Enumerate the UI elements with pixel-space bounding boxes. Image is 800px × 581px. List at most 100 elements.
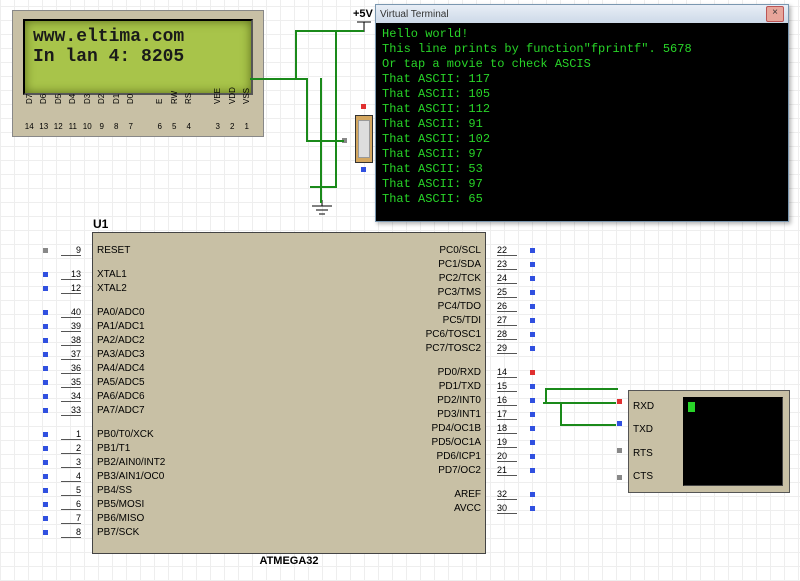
- chip-name: ATMEGA32: [259, 555, 318, 567]
- pin-num: 39: [61, 321, 81, 332]
- pin-marker: [530, 276, 535, 281]
- chip-pin[interactable]: PD1/TXD 15: [289, 379, 485, 393]
- serial-ext-pin: [617, 399, 622, 404]
- lcd-pin: VEE 3: [212, 80, 225, 131]
- chip-pin[interactable]: 4 PB3/AIN1/OC0: [93, 469, 289, 483]
- chip-pin[interactable]: PC6/TOSC1 28: [289, 327, 485, 341]
- chip-pin[interactable]: PD3/INT1 17: [289, 407, 485, 421]
- lcd-pin-label: D7: [25, 80, 34, 104]
- chip-pin[interactable]: PD6/ICP1 20: [289, 449, 485, 463]
- chip-pin[interactable]: 35 PA5/ADC5: [93, 375, 289, 389]
- chip-pin[interactable]: PC5/TDI 27: [289, 313, 485, 327]
- pin-label: PD0/RXD: [438, 367, 481, 378]
- close-icon[interactable]: ×: [766, 6, 784, 22]
- virtual-terminal[interactable]: Virtual Terminal × Hello world! This lin…: [375, 4, 789, 222]
- chip-pin[interactable]: 3 PB2/AIN0/INT2: [93, 455, 289, 469]
- pin-label: PA7/ADC7: [97, 405, 145, 416]
- chip-pin[interactable]: PD7/OC2 21: [289, 463, 485, 477]
- pin-label: PC5/TDI: [443, 315, 481, 326]
- pin-label: PA3/ADC3: [97, 349, 145, 360]
- pin-num: 19: [497, 437, 517, 448]
- lcd-pin: RW 5: [168, 80, 181, 131]
- lcd-pin-label: D4: [68, 80, 77, 104]
- serial-pin[interactable]: RTS: [633, 444, 673, 462]
- chip-pin[interactable]: PC3/TMS 25: [289, 285, 485, 299]
- pin-num: 12: [61, 283, 81, 294]
- pin-num: 35: [61, 377, 81, 388]
- chip-pin[interactable]: PD0/RXD 14: [289, 365, 485, 379]
- pin-label: PA5/ADC5: [97, 377, 145, 388]
- chip-pin[interactable]: 8 PB7/SCK: [93, 525, 289, 539]
- lcd-pin-label: VEE: [213, 80, 222, 104]
- chip-pin[interactable]: PC1/SDA 23: [289, 257, 485, 271]
- chip-pin[interactable]: AREF 32: [289, 487, 485, 501]
- chip-pin[interactable]: 37 PA3/ADC3: [93, 347, 289, 361]
- lcd-pin: [197, 80, 210, 131]
- pin-marker: [43, 530, 48, 535]
- chip-pin[interactable]: 40 PA0/ADC0: [93, 305, 289, 319]
- chip-pin[interactable]: PD4/OC1B 18: [289, 421, 485, 435]
- chip-pin[interactable]: 12 XTAL2: [93, 281, 289, 295]
- pin-marker: [43, 502, 48, 507]
- pin-marker: [530, 398, 535, 403]
- pin-num: 30: [497, 503, 517, 514]
- chip-pin[interactable]: PC4/TDO 26: [289, 299, 485, 313]
- serial-pin[interactable]: TXD: [633, 421, 673, 439]
- pin-marker: [43, 338, 48, 343]
- pin-num: 13: [61, 269, 81, 280]
- chip-pin[interactable]: PC2/TCK 24: [289, 271, 485, 285]
- chip-pin[interactable]: 6 PB5/MOSI: [93, 497, 289, 511]
- pin-marker: [43, 324, 48, 329]
- pin-marker: [530, 332, 535, 337]
- lcd-module: www.eltima.com In lan 4: 8205 D7 14D6 13…: [12, 10, 264, 137]
- serial-pin[interactable]: CTS: [633, 467, 673, 485]
- lcd-pin-label: VSS: [242, 80, 251, 104]
- pin-label: PB1/T1: [97, 443, 130, 454]
- chip-pin[interactable]: 36 PA4/ADC4: [93, 361, 289, 375]
- chip-pin[interactable]: PD2/INT0 16: [289, 393, 485, 407]
- pin-label: PB6/MISO: [97, 513, 144, 524]
- pin-label: AVCC: [454, 503, 481, 514]
- lcd-pin-num: 10: [83, 122, 92, 131]
- potentiometer[interactable]: [355, 115, 373, 163]
- pin-num: 40: [61, 307, 81, 318]
- chip-pin[interactable]: PC7/TOSC2 29: [289, 341, 485, 355]
- chip-pin[interactable]: 33 PA7/ADC7: [93, 403, 289, 417]
- lcd-pin: D4 11: [67, 80, 80, 131]
- pin-label: PD6/ICP1: [437, 451, 481, 462]
- serial-module[interactable]: RXD TXD RTS CTS: [628, 390, 790, 493]
- vterm-titlebar[interactable]: Virtual Terminal ×: [376, 5, 788, 23]
- lcd-pin-num: 12: [54, 122, 63, 131]
- chip-pin[interactable]: AVCC 30: [289, 501, 485, 515]
- chip-pin[interactable]: 7 PB6/MISO: [93, 511, 289, 525]
- serial-ext-pin: [617, 421, 622, 426]
- pin-marker: [530, 304, 535, 309]
- pin-marker: [43, 380, 48, 385]
- lcd-pin-label: VDD: [228, 80, 237, 104]
- lcd-pin: [139, 80, 152, 131]
- pin-marker: [43, 272, 48, 277]
- pin-num: 5: [61, 485, 81, 496]
- chip-pin[interactable]: 1 PB0/T0/XCK: [93, 427, 289, 441]
- serial-pin[interactable]: RXD: [633, 398, 673, 416]
- chip-pin[interactable]: 39 PA1/ADC1: [93, 319, 289, 333]
- chip-pin[interactable]: 5 PB4/SS: [93, 483, 289, 497]
- chip-pin[interactable]: PC0/SCL 22: [289, 243, 485, 257]
- wire: [310, 186, 337, 188]
- chip-pin[interactable]: 13 XTAL1: [93, 267, 289, 281]
- serial-pins: RXD TXD RTS CTS: [629, 391, 677, 492]
- chip-pin[interactable]: 2 PB1/T1: [93, 441, 289, 455]
- chip-pin[interactable]: PD5/OC1A 19: [289, 435, 485, 449]
- pin-label: PC7/TOSC2: [426, 343, 481, 354]
- chip-pin[interactable]: 34 PA6/ADC6: [93, 389, 289, 403]
- lcd-pin-num: 4: [187, 122, 191, 131]
- chip-pin[interactable]: 38 PA2/ADC2: [93, 333, 289, 347]
- chip-pin[interactable]: 9 RESET: [93, 243, 289, 257]
- lcd-pin-label: E: [155, 80, 164, 104]
- pin-label: PB4/SS: [97, 485, 132, 496]
- pin-num: 18: [497, 423, 517, 434]
- pin-label: PD5/OC1A: [432, 437, 481, 448]
- mcu-chip[interactable]: U1 9 RESET 13 XTAL1 12 XTAL2: [92, 232, 486, 554]
- pin-marker: [43, 310, 48, 315]
- lcd-pin: D5 12: [52, 80, 65, 131]
